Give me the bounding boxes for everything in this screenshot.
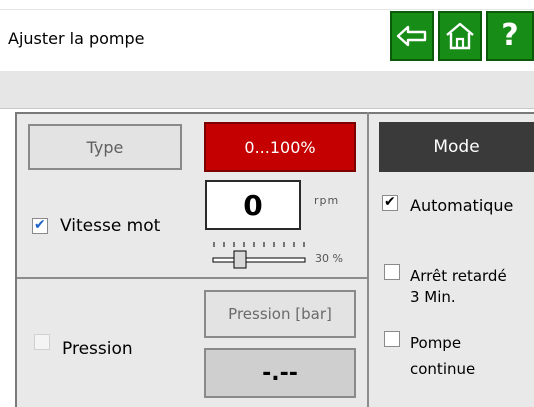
- slider-unit: %: [332, 252, 343, 265]
- slider-percent: 30 %: [315, 252, 343, 265]
- panel-divider-vertical: [367, 112, 369, 407]
- checkmark-icon: ✔: [384, 194, 396, 210]
- slider-handle[interactable]: [233, 250, 247, 269]
- help-button[interactable]: ?: [486, 11, 534, 61]
- automatic-label: Automatique: [410, 196, 514, 215]
- delayed-stop-label-line1: Arrêt retardé: [410, 267, 507, 285]
- back-arrow-icon: [396, 25, 427, 47]
- speed-slider[interactable]: [212, 240, 312, 270]
- pressure-unit-label: Pression [bar]: [228, 305, 332, 323]
- page-title: Ajuster la pompe: [8, 29, 145, 48]
- delayed-stop-label-line2: 3 Min.: [410, 288, 456, 306]
- checkmark-icon: ✔: [34, 217, 46, 233]
- help-icon: ?: [501, 18, 519, 53]
- speed-value: 0: [243, 188, 263, 222]
- home-button[interactable]: [438, 11, 482, 61]
- window-top-strip: [0, 0, 534, 10]
- back-button[interactable]: [390, 11, 434, 61]
- type-button-label: Type: [86, 137, 124, 157]
- toolbar-strip: [0, 71, 534, 109]
- automatic-checkbox[interactable]: ✔: [382, 194, 398, 211]
- speed-label: Vitesse mot: [60, 216, 161, 236]
- continuous-pump-checkbox[interactable]: [384, 331, 400, 347]
- pressure-value-field: -.--: [204, 348, 356, 398]
- continuous-pump-label-line1: Pompe: [410, 334, 462, 352]
- speed-checkbox[interactable]: ✔: [32, 217, 48, 234]
- range-button[interactable]: 0...100%: [204, 122, 356, 172]
- delayed-stop-label: Arrêt retardé 3 Min.: [410, 266, 507, 308]
- mode-button-label: Mode: [433, 137, 480, 157]
- speed-value-field[interactable]: 0: [205, 180, 301, 230]
- pressure-label: Pression: [62, 339, 133, 359]
- delayed-stop-checkbox[interactable]: [384, 264, 400, 280]
- continuous-pump-label: Pompe continue: [410, 330, 475, 382]
- slider-value: 30: [315, 252, 329, 265]
- home-icon: [446, 22, 474, 50]
- range-button-label: 0...100%: [244, 137, 316, 157]
- panel-divider-horizontal: [17, 277, 367, 279]
- pressure-unit-button[interactable]: Pression [bar]: [204, 290, 356, 338]
- slider-track: [212, 257, 306, 263]
- pressure-value: -.--: [262, 360, 298, 386]
- speed-unit: rpm: [314, 194, 340, 207]
- mode-button[interactable]: Mode: [379, 122, 534, 172]
- type-button[interactable]: Type: [28, 124, 182, 170]
- slider-ticks: [213, 242, 305, 247]
- pressure-checkbox[interactable]: [34, 334, 50, 350]
- continuous-pump-label-line2: continue: [410, 360, 476, 378]
